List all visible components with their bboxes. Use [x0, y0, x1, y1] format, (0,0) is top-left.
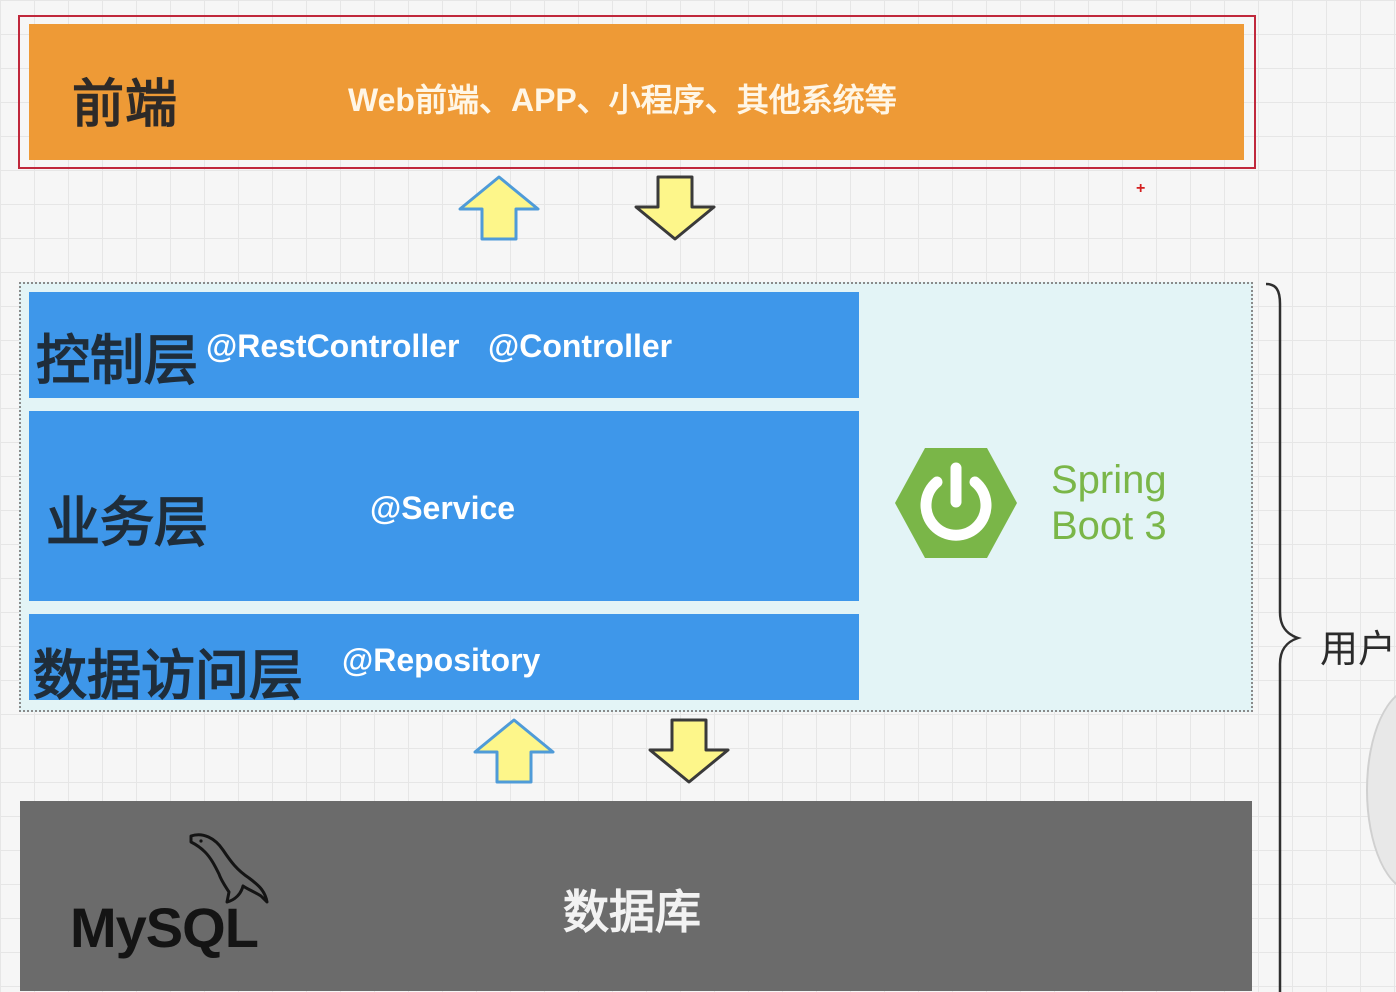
brace-label: 用户: [1320, 629, 1396, 671]
frontend-title: 前端: [72, 76, 179, 134]
arrow-up-icon: [473, 718, 555, 784]
service-layer-title: 业务层: [46, 493, 208, 553]
spring-power-hexagon-icon: [895, 448, 1017, 558]
arrow-down-icon: [648, 718, 730, 784]
repository-annotation: @Repository: [342, 642, 541, 678]
controller-layer-title: 控制层: [36, 331, 198, 391]
spring-boot-label-line1: Spring: [1051, 458, 1167, 502]
controller-annotation: @Controller: [488, 328, 673, 364]
data-access-layer-title: 数据访问层: [33, 646, 303, 706]
arrow-up-icon: [458, 175, 540, 241]
plus-marker-icon: +: [1136, 180, 1146, 197]
spring-boot-label-line2: Boot 3: [1051, 504, 1167, 548]
rest-controller-annotation: @RestController: [206, 328, 460, 364]
database-label: 数据库: [563, 886, 701, 938]
spring-boot-label: Spring Boot 3: [1051, 457, 1167, 549]
right-brace: [1265, 282, 1302, 992]
mysql-logo-text: MySQL: [70, 896, 259, 959]
service-annotation: @Service: [370, 490, 516, 526]
avatar: [1368, 690, 1396, 890]
arrow-down-icon: [634, 175, 716, 241]
frontend-description: Web前端、APP、小程序、其他系统等: [348, 82, 897, 118]
